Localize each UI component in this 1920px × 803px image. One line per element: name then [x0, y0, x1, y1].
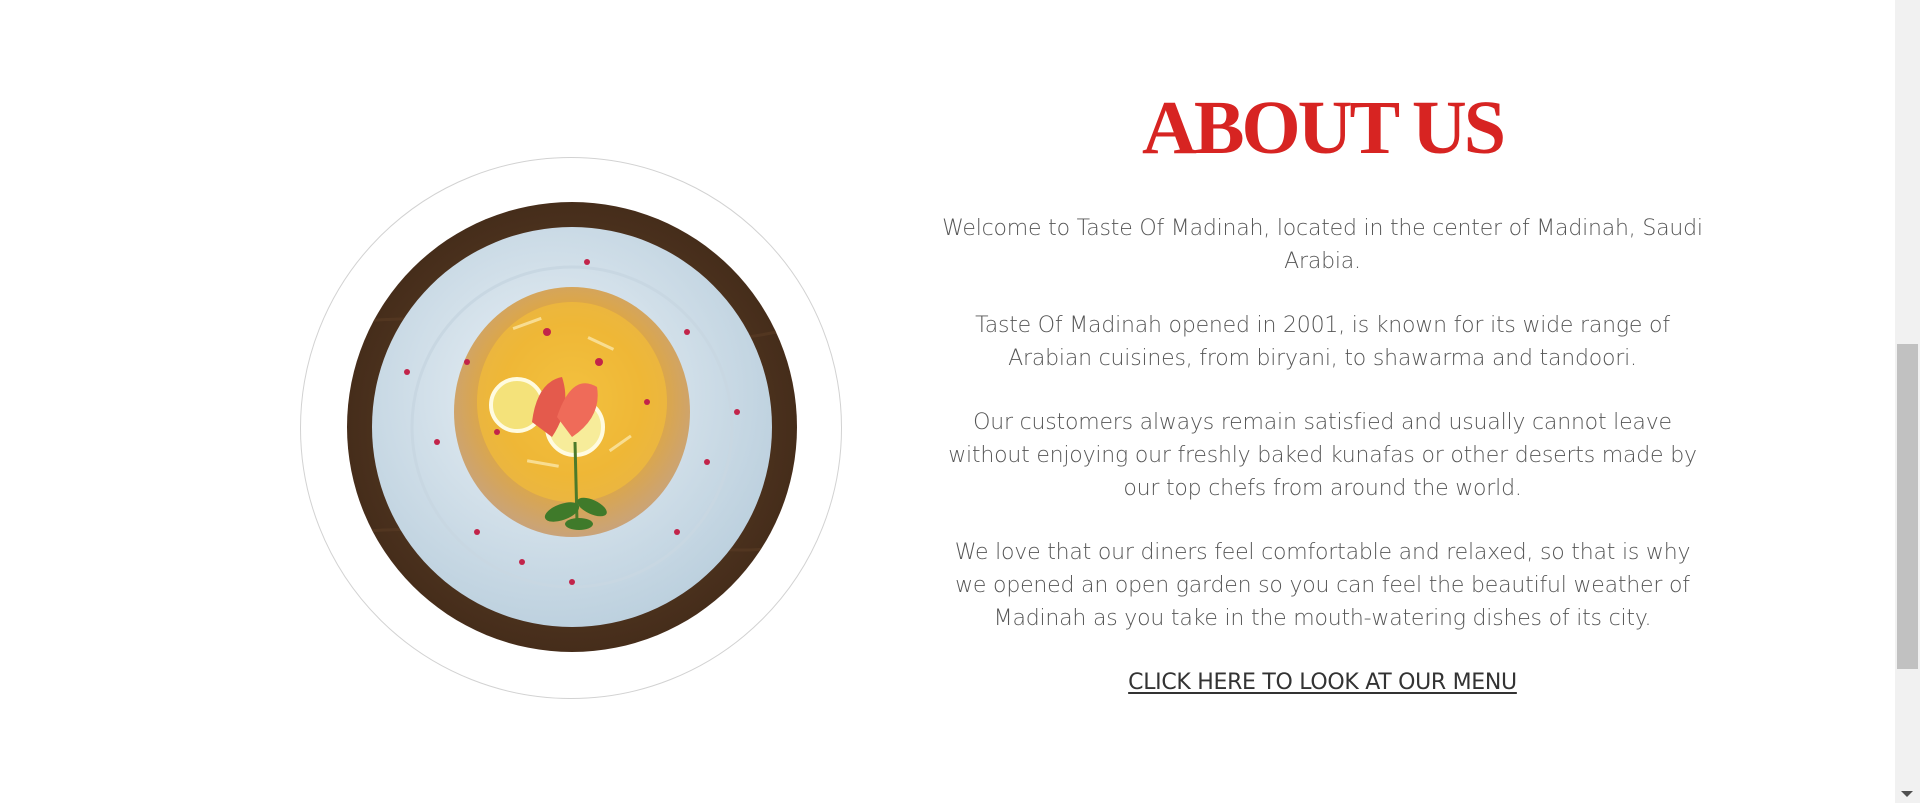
about-section: ABOUT US Welcome to Taste Of Madinah, lo…: [940, 80, 1705, 699]
scrollbar-thumb[interactable]: [1897, 344, 1918, 669]
menu-link[interactable]: CLICK HERE TO LOOK AT OUR MENU: [1128, 666, 1517, 699]
about-paragraph-welcome: Welcome to Taste Of Madinah, located in …: [942, 216, 1703, 274]
about-paragraph-history: Taste Of Madinah opened in 2001, is know…: [975, 313, 1670, 371]
about-paragraph-garden: We love that our diners feel comfortable…: [954, 540, 1691, 631]
about-paragraph-customers: Our customers always remain satisfied an…: [948, 410, 1697, 501]
biryani-dish-image: [347, 202, 797, 652]
about-heading: ABOUT US: [1141, 86, 1506, 170]
page: ABOUT US Welcome to Taste Of Madinah, lo…: [0, 0, 1895, 803]
scroll-down-arrow-icon[interactable]: [1901, 791, 1913, 797]
